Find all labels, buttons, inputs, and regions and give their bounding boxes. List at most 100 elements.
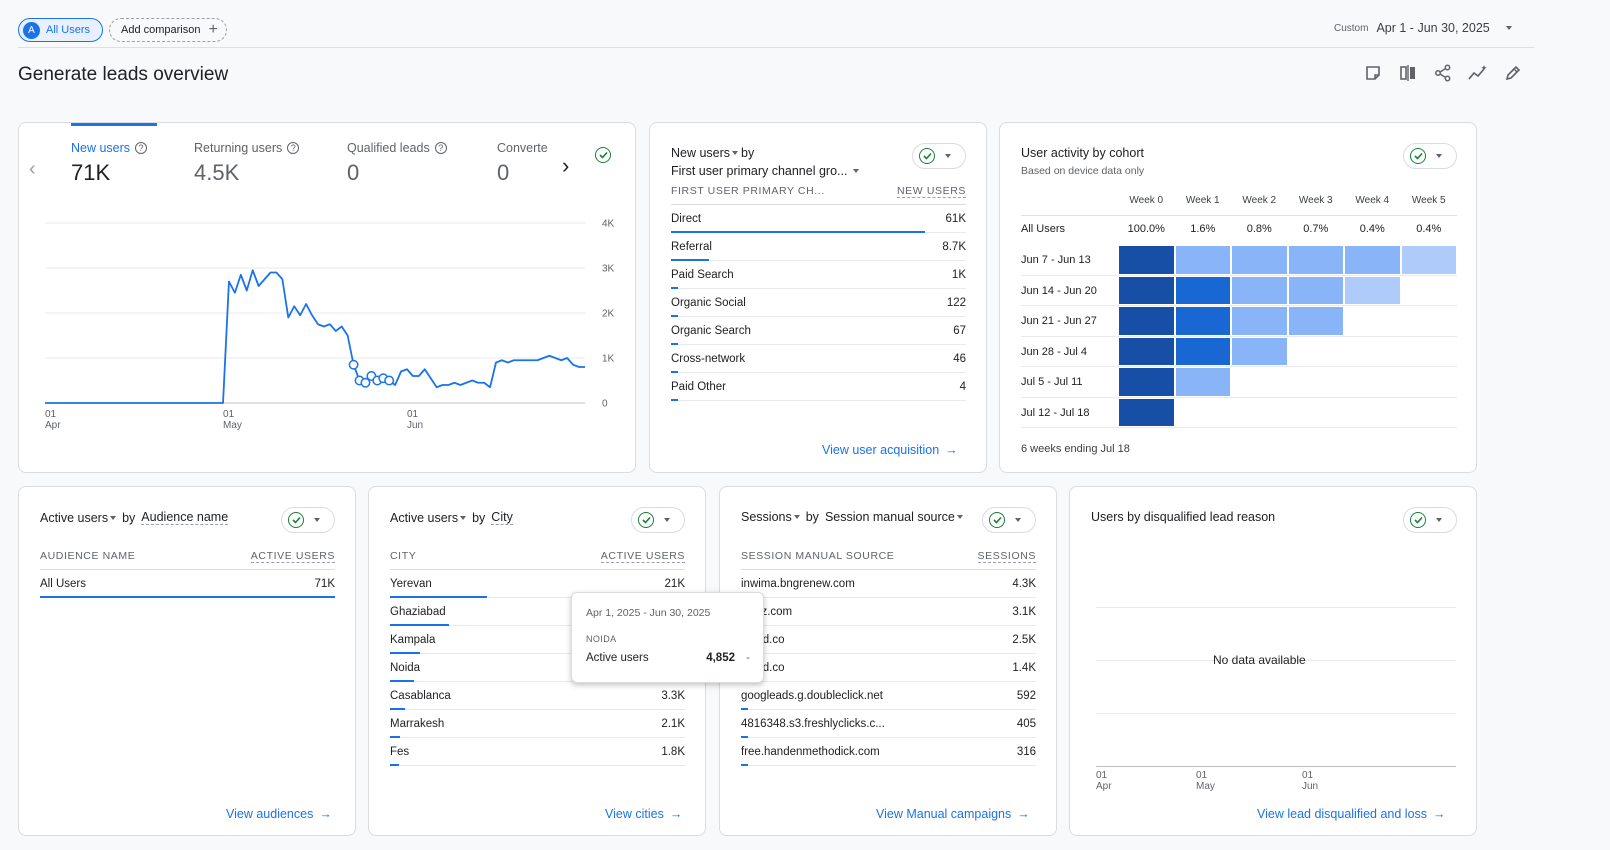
arrow-right-icon: →	[945, 443, 958, 457]
column-header-metric[interactable]: ACTIVE USERS	[250, 550, 335, 563]
cohort-cell[interactable]	[1232, 307, 1287, 335]
date-range-picker[interactable]: Custom Apr 1 - Jun 30, 2025	[1334, 21, 1512, 35]
table-row[interactable]: Cross-network 46	[671, 345, 966, 373]
metric-selector-label: Active users	[390, 510, 459, 525]
metric-selector[interactable]: Sessions	[741, 510, 800, 524]
cohort-label: Jun 21 - Jun 27	[1021, 315, 1097, 327]
insights-check-button[interactable]	[591, 142, 615, 168]
table-row[interactable]: 4816348.s3.freshlyclicks.c... 405	[741, 710, 1036, 738]
cohort-row-divider	[1021, 335, 1457, 337]
cohort-cell[interactable]	[1119, 398, 1174, 426]
column-header-metric[interactable]: NEW USERS	[897, 185, 966, 198]
table-row[interactable]: Paid Search 1K	[671, 261, 966, 289]
dimension-selector[interactable]: Audience name	[141, 510, 229, 525]
table-row[interactable]: Organic Search 67	[671, 317, 966, 345]
metric-selector[interactable]: Active users	[390, 510, 467, 525]
column-header-dimension: CITY	[390, 550, 417, 562]
view-lead-disqualified-link[interactable]: View lead disqualified and loss →	[1257, 807, 1446, 821]
column-header-metric[interactable]: ACTIVE USERS	[600, 550, 685, 563]
metric-tab-converted[interactable]: Converte 0	[497, 123, 557, 193]
column-header-metric[interactable]: SESSIONS	[977, 550, 1036, 563]
card-subtitle: Based on device data only	[1021, 165, 1145, 177]
x-tick-day: 01	[223, 409, 235, 420]
table-row[interactable]: kated.co1.4K	[741, 654, 1036, 682]
cohort-cell[interactable]	[1345, 276, 1400, 304]
cohort-cell[interactable]	[1175, 246, 1230, 274]
table-row[interactable]: inwima.bngrenew.com 4.3K	[741, 570, 1036, 598]
insights-check-button[interactable]	[1403, 143, 1457, 169]
x-tick-day: 01	[407, 409, 419, 420]
compare-icon[interactable]	[1397, 62, 1418, 83]
cohort-cell[interactable]	[1119, 337, 1174, 365]
metric-selector[interactable]: New users	[671, 146, 739, 160]
cohort-cell[interactable]	[1232, 246, 1287, 274]
insights-check-button[interactable]	[982, 507, 1036, 533]
new-users-line-chart: 4K3K2K1K001Apr01May01Jun	[45, 219, 615, 431]
arrow-right-icon: →	[1433, 807, 1446, 821]
cohort-cell[interactable]	[1232, 337, 1287, 365]
cohort-cell[interactable]	[1175, 337, 1230, 365]
metric-tab-new-users[interactable]: New users ? 71K	[71, 123, 171, 193]
cohort-cell[interactable]	[1288, 276, 1343, 304]
row-bar	[741, 764, 748, 766]
share-icon[interactable]	[1432, 62, 1453, 83]
cohort-cell[interactable]	[1288, 307, 1343, 335]
metric-selector[interactable]: Active users	[40, 511, 117, 525]
note-icon[interactable]	[1362, 62, 1383, 83]
table-row[interactable]: Organic Social 122	[671, 289, 966, 317]
table-row[interactable]: Paid Other 4	[671, 373, 966, 401]
help-icon[interactable]: ?	[434, 142, 447, 154]
insights-check-button[interactable]	[631, 507, 685, 533]
cohort-cell[interactable]	[1401, 246, 1456, 274]
row-label: Paid Other	[671, 381, 726, 393]
table-row[interactable]: Referral 8.7K	[671, 233, 966, 261]
chevron-right-icon[interactable]: ›	[562, 155, 569, 177]
dimension-selector[interactable]: First user primary channel gro...	[671, 164, 871, 178]
metric-tab-returning-users[interactable]: Returning users ? 4.5K	[194, 123, 324, 193]
week-header: Week 4	[1355, 195, 1390, 206]
row-label: Cross-network	[671, 353, 746, 365]
view-cities-link[interactable]: View cities →	[605, 807, 682, 821]
edit-icon[interactable]	[1502, 62, 1523, 83]
cohort-cell[interactable]	[1175, 276, 1230, 304]
view-audiences-link[interactable]: View audiences →	[226, 807, 332, 821]
cohort-cell[interactable]	[1119, 246, 1174, 274]
table-row[interactable]: kated.co2.5K	[741, 626, 1036, 654]
cohort-cell[interactable]	[1119, 276, 1174, 304]
cohort-cell[interactable]	[1175, 307, 1230, 335]
table-row[interactable]: Casablanca 3.3K	[390, 682, 685, 710]
dimension-selector[interactable]: Session manual source	[825, 510, 963, 524]
metric-value: 0	[497, 160, 510, 185]
help-icon[interactable]: ?	[135, 142, 148, 154]
table-row[interactable]: Direct 61K	[671, 205, 966, 233]
add-comparison-button[interactable]: Add comparison +	[109, 18, 227, 42]
card-title: Active users by City	[390, 510, 513, 525]
view-user-acquisition-link[interactable]: View user acquisition →	[822, 443, 958, 457]
cohort-label: Jul 12 - Jul 18	[1021, 406, 1090, 419]
cohort-cell[interactable]	[1345, 246, 1400, 274]
cohort-cell[interactable]	[1232, 276, 1287, 304]
chevron-left-icon[interactable]: ‹	[29, 159, 36, 179]
view-manual-campaigns-link[interactable]: View Manual campaigns →	[876, 807, 1030, 821]
table-row[interactable]: googleads.g.doubleclick.net 592	[741, 682, 1036, 710]
table-row[interactable]: wpfiz.com 3.1K	[741, 598, 1036, 626]
insights-check-button[interactable]	[912, 143, 966, 169]
insights-icon[interactable]	[1467, 62, 1488, 83]
table-row[interactable]: Marrakesh 2.1K	[390, 710, 685, 738]
dimension-selector[interactable]: City	[491, 510, 513, 525]
segment-chip[interactable]: A All Users	[18, 18, 103, 42]
link-label: View audiences	[226, 807, 314, 821]
dropdown-arrow-icon	[853, 169, 860, 173]
cohort-cell[interactable]	[1119, 307, 1174, 335]
metric-tab-qualified-leads[interactable]: Qualified leads ? 0	[347, 123, 477, 193]
help-icon[interactable]: ?	[287, 142, 300, 154]
insights-check-button[interactable]	[1403, 507, 1457, 533]
cohort-cell[interactable]	[1288, 246, 1343, 274]
table-row[interactable]: free.handenmethodick.com 316	[741, 738, 1036, 766]
x-tick-month: May	[1196, 781, 1215, 792]
table-row[interactable]: All Users 71K	[40, 570, 335, 598]
cohort-cell[interactable]	[1175, 368, 1230, 396]
insights-check-button[interactable]	[281, 507, 335, 533]
cohort-cell[interactable]	[1119, 368, 1174, 396]
table-row[interactable]: Fes 1.8K	[390, 738, 685, 766]
